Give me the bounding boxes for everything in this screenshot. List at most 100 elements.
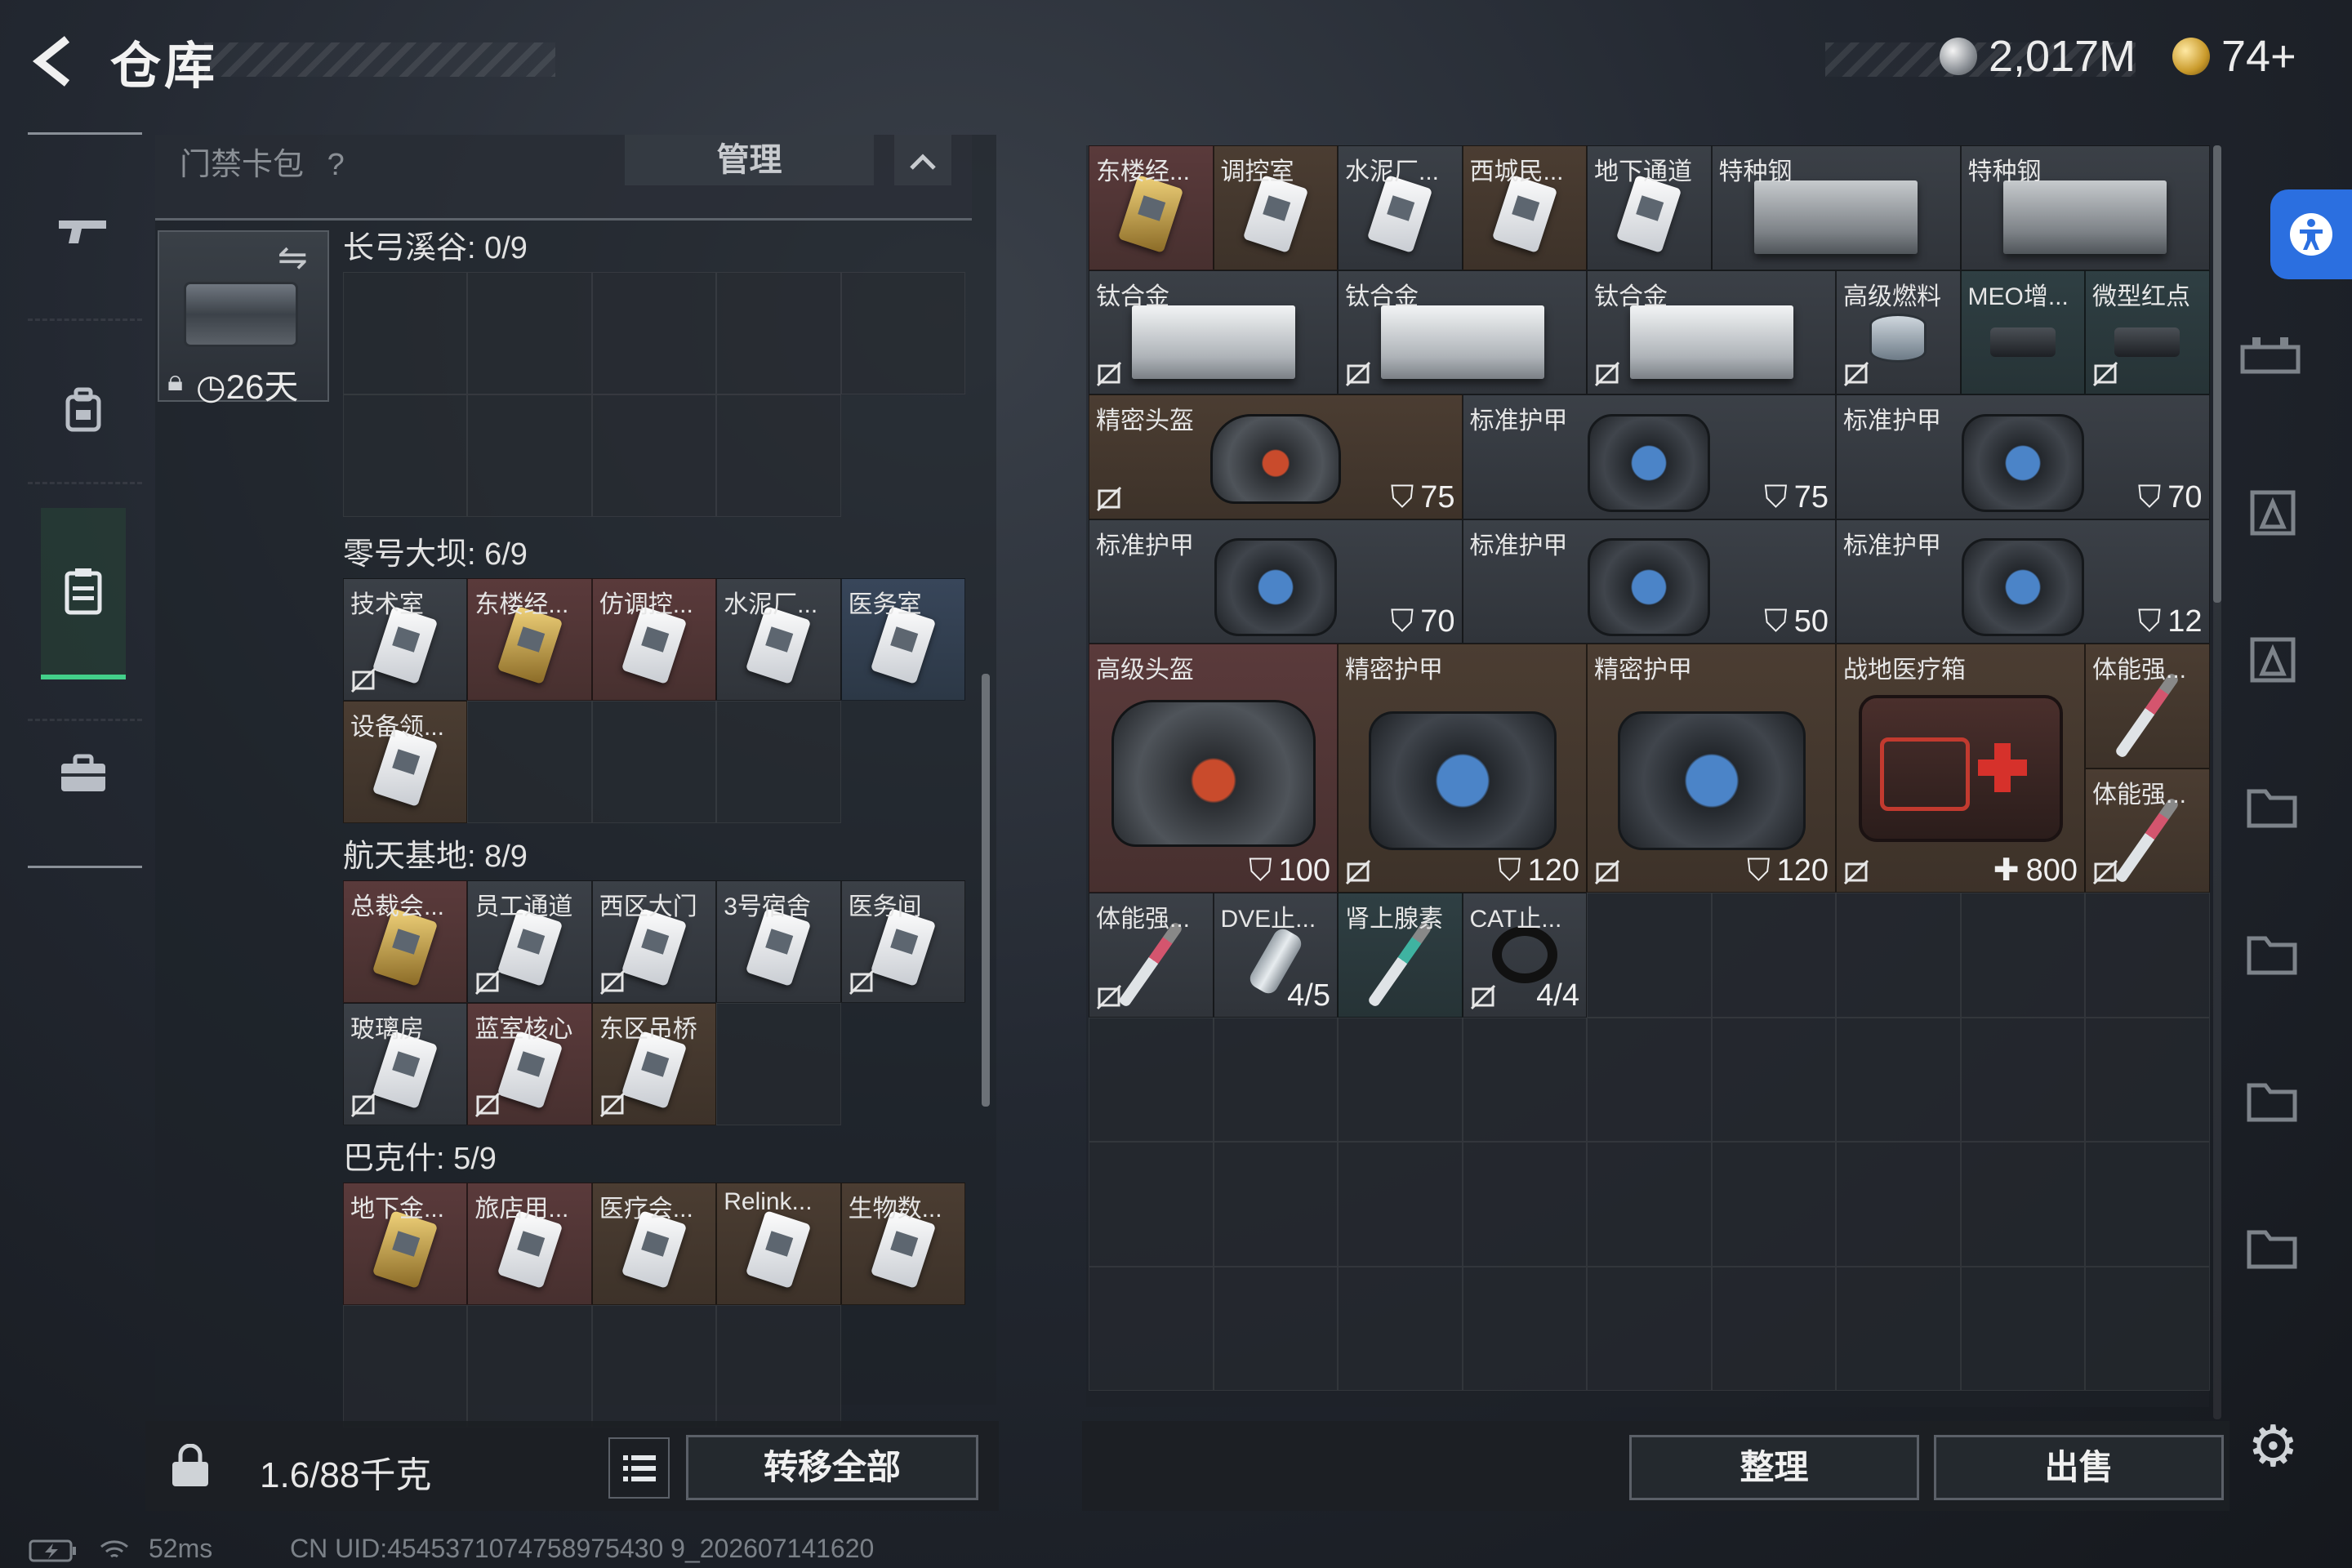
list-icon (622, 1454, 656, 1481)
armor-icon (1588, 538, 1711, 637)
folder-slot-icon[interactable] (2238, 919, 2303, 984)
stash-item[interactable]: 东楼经... (1089, 145, 1214, 270)
stash-item[interactable]: 体能强... (2085, 644, 2210, 768)
stash-item[interactable]: 标准护甲 ⛉ 70 (1089, 519, 1463, 644)
stash-item[interactable]: 调控室 (1213, 145, 1338, 270)
keycard-slot[interactable]: 医疗会... (591, 1183, 717, 1305)
lock-icon: 🔒︎ (167, 363, 184, 397)
stash-item[interactable]: DVE止... 4/5 (1213, 893, 1338, 1018)
rig-slot-icon[interactable] (2238, 331, 2303, 388)
stash-item[interactable]: 钛合金 (1338, 270, 1587, 394)
silver-coin-icon (1940, 38, 1977, 75)
stash-item[interactable]: 特种钢 (1960, 145, 2210, 270)
keycard-slot[interactable]: Relink... (716, 1183, 841, 1305)
empty-slot (716, 1305, 841, 1428)
item-value-text: 4/4 (1536, 978, 1579, 1013)
item-name: 标准护甲 (1843, 408, 1941, 434)
swap-icon[interactable]: ⇋ (278, 237, 308, 278)
stash-item[interactable]: CAT止... 4/4 (1462, 893, 1587, 1018)
manage-button[interactable]: 管理 (625, 135, 874, 185)
keycard-slot[interactable]: 东区吊桥 (591, 1003, 717, 1125)
sort-button[interactable]: 整理 (1629, 1435, 1919, 1500)
stash-item[interactable]: 地下通道 (1587, 145, 1712, 270)
stash-item[interactable]: 标准护甲 ⛉ 75 (1462, 394, 1836, 519)
keycard-slot[interactable]: 蓝室核心 (467, 1003, 592, 1125)
keycard-slot[interactable]: 员工通道 (467, 880, 592, 1003)
stash-item[interactable]: 水泥厂... (1338, 145, 1463, 270)
stash-item[interactable]: 精密护甲 ⛉ 120 (1587, 644, 1836, 893)
empty-slot (716, 272, 841, 394)
bag-timer: ◷26天 (196, 359, 298, 409)
clock-icon: ◷ (196, 368, 226, 406)
keycard-slot[interactable]: 生物数... (840, 1183, 965, 1305)
keycard-slot[interactable]: 东楼经... (467, 578, 592, 701)
stash-item[interactable]: 肾上腺素 (1338, 893, 1463, 1018)
stash-item[interactable]: 标准护甲 ⛉ 70 (1836, 394, 2210, 519)
briefcase-icon[interactable] (41, 731, 126, 816)
keycard-slot[interactable]: 水泥厂... (716, 578, 841, 701)
stash-item[interactable]: 标准护甲 ⛉ 12 (1836, 519, 2210, 644)
keycard-slot[interactable]: 3号宿舍 (716, 880, 841, 1003)
container-slot-icon[interactable] (2238, 478, 2303, 543)
folder-slot-icon[interactable] (2238, 772, 2303, 837)
stash-scrollbar[interactable] (2213, 145, 2221, 603)
item-value-text: 75 (1420, 479, 1455, 514)
accessibility-button[interactable] (2270, 189, 2352, 279)
stash-item[interactable]: 微型红点 (2085, 270, 2210, 394)
section-title: 零号大坝: 6/9 (343, 537, 528, 572)
item-name: 精密护甲 (1345, 657, 1443, 684)
empty-slot (2085, 1266, 2210, 1391)
empty-slot (2085, 1142, 2210, 1267)
keycard-slot[interactable]: 玻璃房 (343, 1003, 468, 1125)
keycard-slot[interactable]: 医务室 (840, 578, 965, 701)
gun-icon[interactable] (41, 188, 126, 273)
keycard-slot[interactable]: 旅店用... (467, 1183, 592, 1305)
storage-icon[interactable] (41, 508, 126, 679)
stash-item[interactable]: 标准护甲 ⛉ 50 (1462, 519, 1836, 644)
gold-coin-icon (2172, 38, 2210, 75)
keycard-slot[interactable]: 西区大门 (591, 880, 717, 1003)
scope-icon (1989, 327, 2056, 357)
back-arrow-icon[interactable] (24, 33, 82, 90)
metal-ingot-icon (1131, 305, 1295, 379)
item-name: 特种钢 (1967, 158, 2042, 185)
keycard-slot[interactable]: 地下金... (343, 1183, 468, 1305)
item-value: ⛉ 70 (1391, 604, 1455, 639)
collapse-button[interactable] (894, 135, 951, 185)
sell-button[interactable]: 出售 (1934, 1435, 2224, 1500)
help-icon[interactable]: ? (327, 148, 345, 182)
stash-item[interactable]: 钛合金 (1089, 270, 1338, 394)
stash-item[interactable]: 西城民... (1462, 145, 1587, 270)
keycard-slot[interactable]: 总裁会... (343, 880, 468, 1003)
stash-item[interactable]: 高级燃料 (1836, 270, 1961, 394)
left-scrollbar[interactable] (982, 674, 990, 1107)
transfer-all-button[interactable]: 转移全部 (686, 1435, 978, 1500)
stash-item[interactable]: 战地医疗箱 ✚ 800 (1836, 644, 2085, 893)
keycard-slot[interactable]: 医务间 (840, 880, 965, 1003)
item-name: 肾上腺素 (1345, 906, 1443, 933)
item-value-text: 800 (2025, 853, 2078, 888)
empty-slot (1089, 1266, 1214, 1391)
folder-slot-icon[interactable] (2238, 1066, 2303, 1131)
stash-item[interactable]: 精密头盔 ⛉ 75 (1089, 394, 1463, 519)
list-view-button[interactable] (608, 1437, 670, 1499)
stash-item[interactable]: 特种钢 (1711, 145, 1961, 270)
folder-slot-icon[interactable] (2238, 1213, 2303, 1278)
shield-icon: ⛉ (1390, 479, 1414, 514)
container-slot-icon[interactable] (2238, 625, 2303, 690)
backpack-icon[interactable] (41, 368, 126, 452)
gear-icon[interactable]: ⚙ (2247, 1413, 2299, 1480)
stash-item[interactable]: 高级头盔 ⛉ 100 (1089, 644, 1338, 893)
keycard-slot[interactable]: 仿调控... (591, 578, 717, 701)
stash-item[interactable]: 钛合金 (1587, 270, 1836, 394)
stash-item[interactable]: MEO增... (1960, 270, 2085, 394)
no-sell-icon (1345, 859, 1371, 885)
keycard-slot[interactable]: 设备领... (343, 701, 468, 823)
stash-item[interactable]: 体能强... (2085, 768, 2210, 893)
stash-item[interactable]: 精密护甲 ⛉ 120 (1338, 644, 1587, 893)
stash-item[interactable]: 体能强... (1089, 893, 1214, 1018)
keycard-slot[interactable]: 技术室 (343, 578, 468, 701)
syringe-icon (2114, 796, 2180, 884)
item-value-text: 70 (1420, 604, 1455, 639)
empty-slot (1836, 1142, 1961, 1267)
